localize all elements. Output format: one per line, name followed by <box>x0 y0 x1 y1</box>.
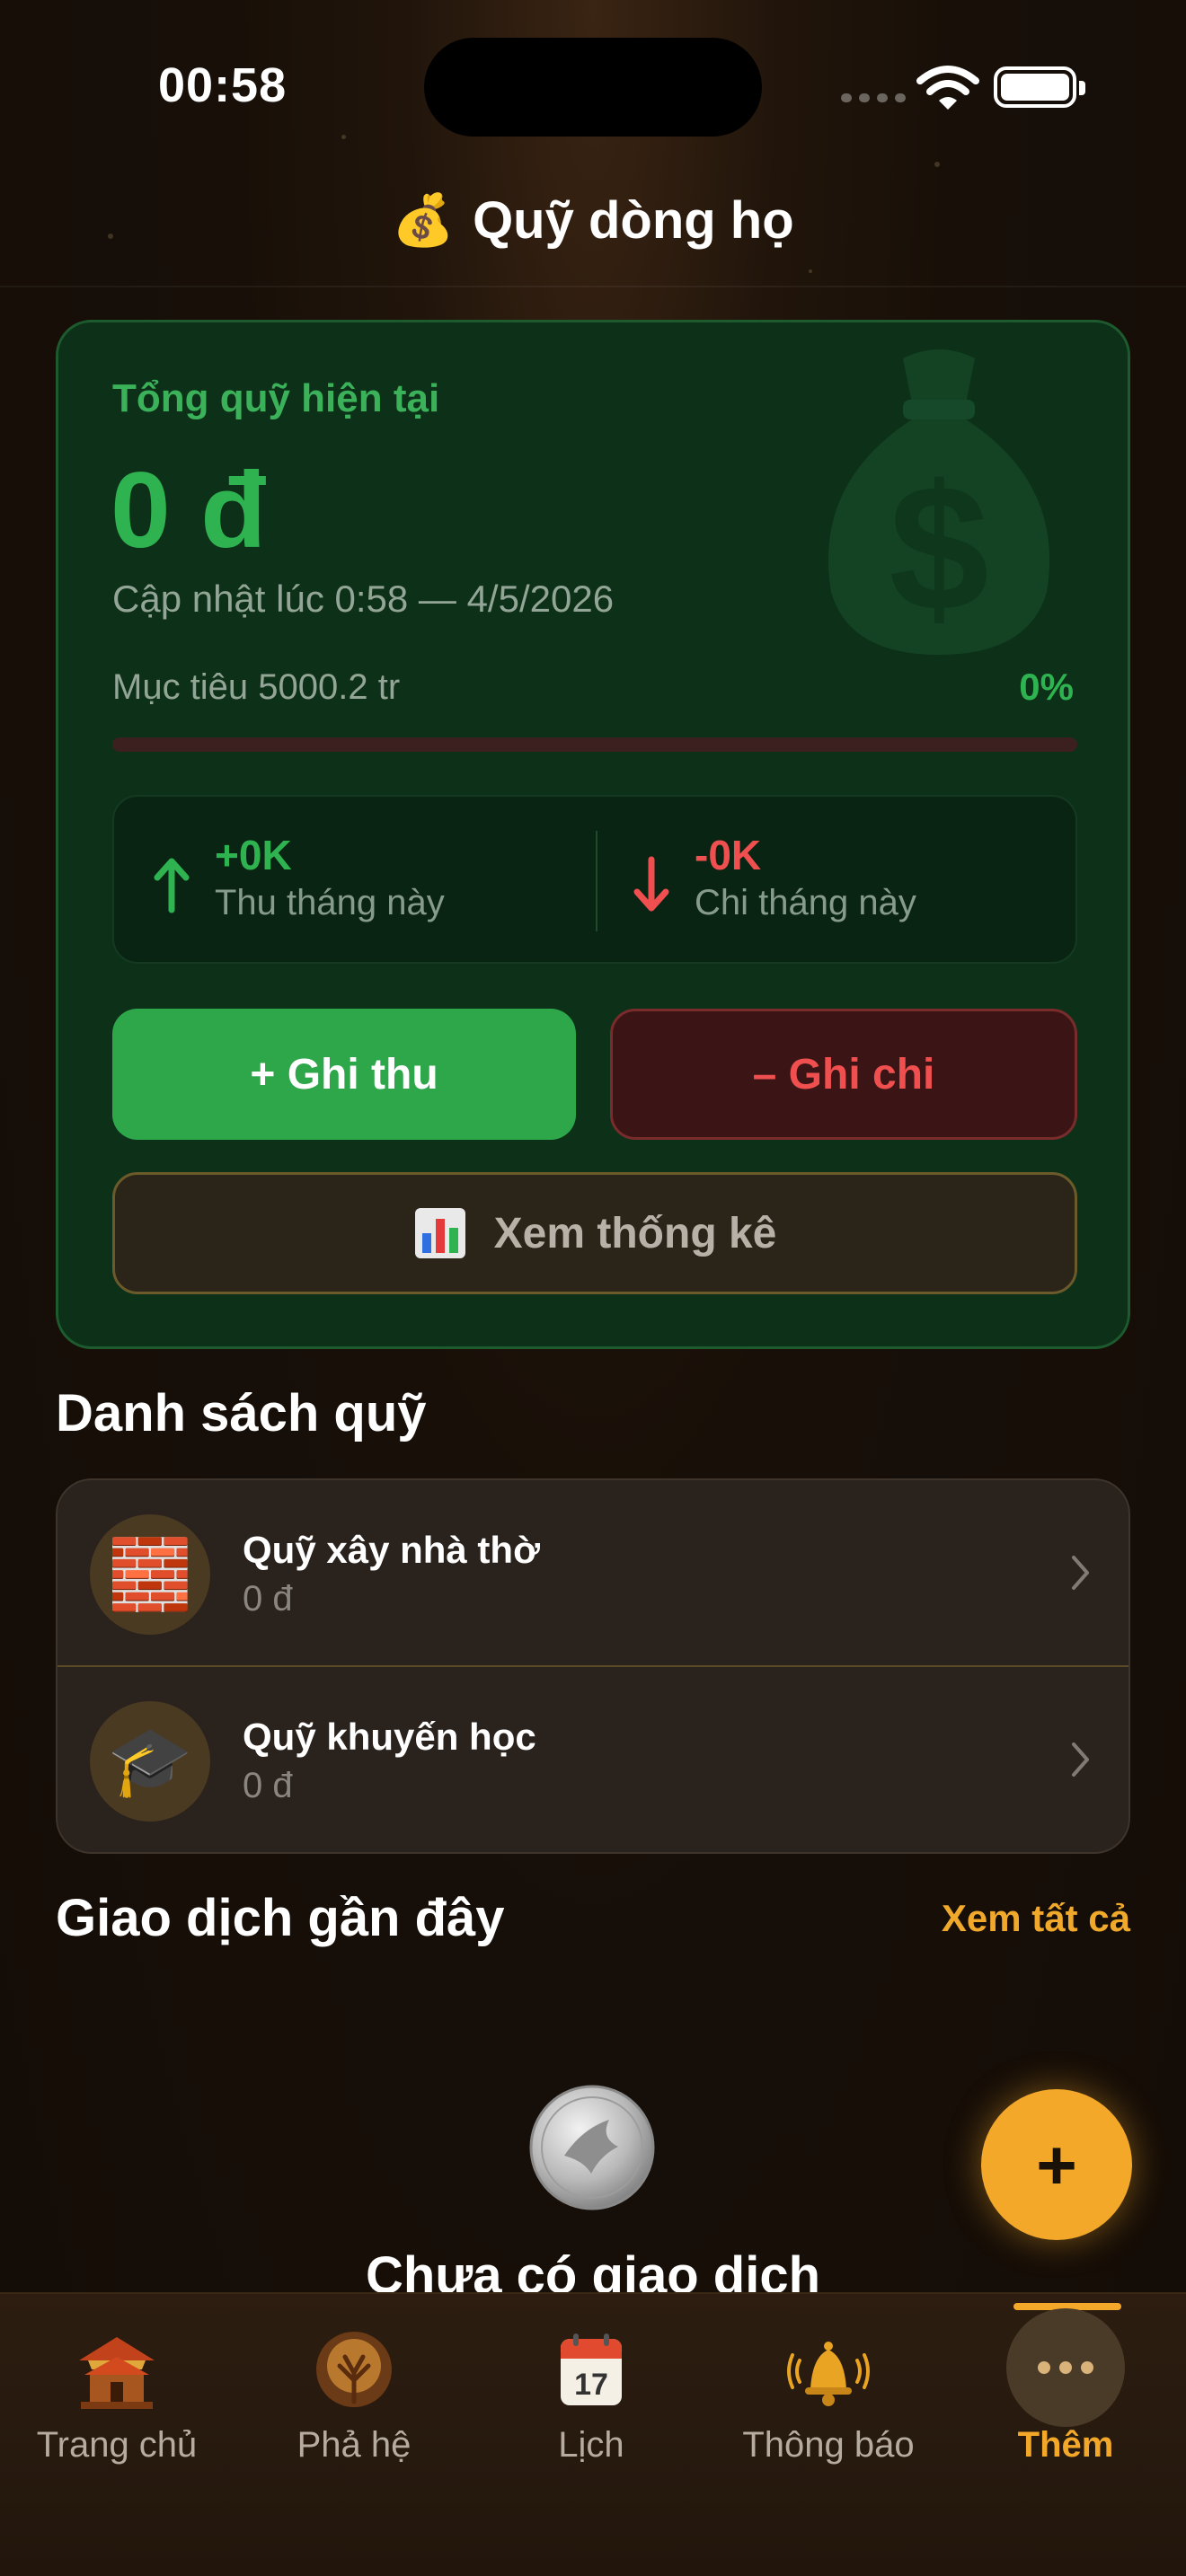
goal-progress-bar <box>112 737 1077 752</box>
background-speckle <box>934 162 940 167</box>
dynamic-island <box>424 38 762 137</box>
tab-more[interactable]: Thêm <box>949 2308 1182 2474</box>
view-statistics-label: Xem thống kê <box>493 1209 777 1257</box>
header-divider <box>0 286 1186 287</box>
family-tree-icon <box>316 2332 392 2407</box>
chevron-right-icon <box>1072 1556 1089 1590</box>
bar-chart-icon <box>414 1208 465 1258</box>
income-amount: +0K <box>215 832 292 878</box>
bell-icon <box>787 2342 870 2406</box>
total-fund-amount: 0 đ <box>111 450 267 570</box>
battery-icon <box>994 66 1085 108</box>
fund-name: Quỹ khuyến học <box>243 1716 536 1758</box>
bricks-icon: 🧱 <box>90 1514 210 1635</box>
recent-transactions-title: Giao dịch gần đây <box>56 1889 505 1947</box>
chevron-right-icon <box>1072 1742 1089 1777</box>
expense-amount: -0K <box>695 832 762 878</box>
record-income-button[interactable]: + Ghi thu <box>112 1009 576 1140</box>
view-statistics-button[interactable]: Xem thống kê <box>112 1172 1077 1294</box>
tab-label: Thêm <box>1017 2425 1114 2465</box>
last-updated-text: Cập nhật lúc 0:58 — 4/5/2026 <box>112 578 615 620</box>
bottom-tab-bar: Trang chủ Phả hệ 17 Lịch Thông báo Thêm <box>0 2292 1186 2576</box>
more-icon <box>1006 2308 1125 2427</box>
fund-amount: 0 đ <box>243 1766 293 1805</box>
tab-notifications[interactable]: Thông báo <box>712 2330 945 2474</box>
page-title: Quỹ dòng họ <box>473 190 794 250</box>
cellular-signal-icon <box>841 93 906 102</box>
tab-family-tree[interactable]: Phả hệ <box>237 2330 471 2474</box>
arrow-down-icon <box>633 856 669 912</box>
fund-amount: 0 đ <box>243 1579 293 1619</box>
fund-item-scholarship[interactable]: 🎓 Quỹ khuyến học 0 đ <box>58 1667 1128 1852</box>
fund-summary-card: $ Tổng quỹ hiện tại 0 đ Cập nhật lúc 0:5… <box>56 320 1130 1349</box>
fund-item-church-building[interactable]: 🧱 Quỹ xây nhà thờ 0 đ <box>58 1480 1128 1667</box>
money-bag-icon: 💰 <box>392 191 456 248</box>
temple-icon <box>79 2337 155 2409</box>
coin-icon <box>529 2085 655 2210</box>
expense-label: Chi tháng này <box>695 883 916 922</box>
fund-list: 🧱 Quỹ xây nhà thờ 0 đ 🎓 Quỹ khuyến học 0… <box>56 1478 1130 1854</box>
tab-calendar[interactable]: 17 Lịch <box>474 2330 708 2474</box>
app-screen: 00:58 💰 Quỹ dòng họ $ Tổng quỹ hiện tại … <box>0 0 1186 2576</box>
fund-list-title: Danh sách quỹ <box>56 1384 427 1442</box>
arrow-up-icon <box>154 858 190 913</box>
tab-label: Trang chủ <box>36 2425 198 2465</box>
graduation-cap-icon: 🎓 <box>90 1701 210 1822</box>
calendar-icon: 17 <box>561 2333 622 2405</box>
background-speckle <box>809 269 812 273</box>
background-speckle <box>341 135 346 139</box>
status-time: 00:58 <box>158 58 288 112</box>
record-expense-button[interactable]: – Ghi chi <box>610 1009 1077 1140</box>
plus-icon: + <box>1036 2125 1077 2204</box>
tab-home[interactable]: Trang chủ <box>0 2330 234 2474</box>
goal-label: Mục tiêu 5000.2 tr <box>112 667 401 707</box>
monthly-flow-box: +0K Thu tháng này -0K Chi tháng này <box>112 795 1077 964</box>
goal-percent: 0% <box>1019 666 1074 708</box>
see-all-link[interactable]: Xem tất cả <box>942 1897 1130 1940</box>
tab-label: Thông báo <box>742 2425 915 2465</box>
fund-name: Quỹ xây nhà thờ <box>243 1529 540 1571</box>
income-label: Thu tháng này <box>215 883 445 922</box>
tab-label: Lịch <box>558 2425 624 2465</box>
total-fund-label: Tổng quỹ hiện tại <box>112 376 440 420</box>
wifi-icon <box>916 66 979 110</box>
add-fab-button[interactable]: + <box>981 2089 1132 2240</box>
tab-label: Phả hệ <box>296 2425 412 2465</box>
page-header: 💰 Quỹ dòng họ <box>0 180 1186 260</box>
svg-text:$: $ <box>889 448 988 648</box>
calendar-day-number: 17 <box>574 2368 608 2402</box>
money-bag-watermark-icon: $ <box>828 349 1050 655</box>
flow-divider <box>596 831 597 931</box>
